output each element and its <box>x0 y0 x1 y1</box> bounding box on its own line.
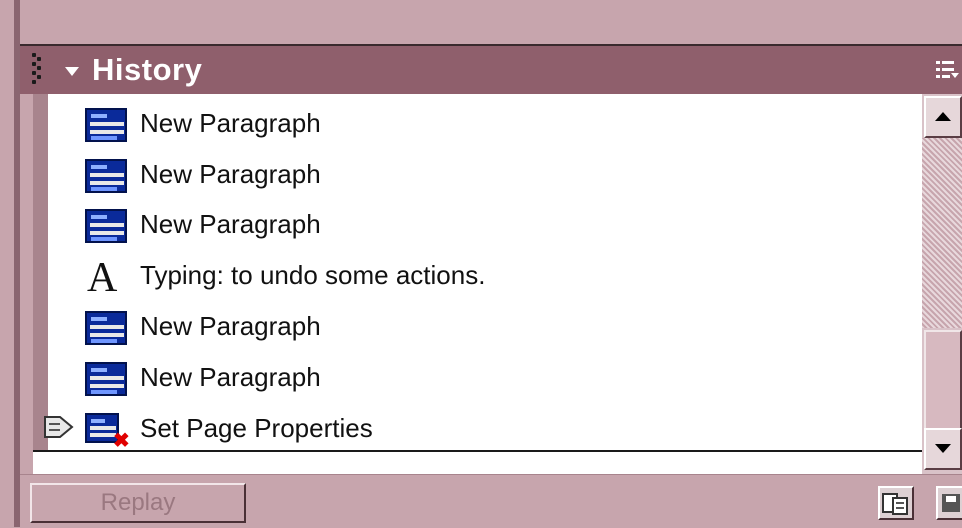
collapse-triangle-icon[interactable] <box>65 67 79 76</box>
history-item-label: Typing: to undo some actions. <box>140 260 486 290</box>
new-paragraph-icon <box>85 209 127 243</box>
vertical-scrollbar[interactable] <box>922 94 962 474</box>
history-item-label: New Paragraph <box>140 311 321 341</box>
history-list-footer <box>33 450 922 474</box>
new-paragraph-icon <box>85 159 127 193</box>
new-paragraph-icon <box>85 108 127 142</box>
new-paragraph-icon <box>85 311 127 345</box>
panel-title-bar[interactable]: History <box>20 44 962 94</box>
panel-options-menu-icon[interactable] <box>936 59 959 81</box>
scroll-up-button[interactable] <box>924 96 962 138</box>
scrollbar-thumb[interactable] <box>924 330 962 434</box>
scrollbar-track[interactable] <box>922 138 962 328</box>
history-slider-marker-icon[interactable] <box>44 415 74 439</box>
history-list[interactable]: New Paragraph New Paragraph New Paragrap… <box>44 94 922 451</box>
history-item[interactable]: New Paragraph <box>48 301 922 352</box>
history-item[interactable]: New Paragraph <box>48 98 922 149</box>
history-item-label: New Paragraph <box>140 209 321 239</box>
history-item-label: New Paragraph <box>140 108 321 138</box>
copy-steps-icon <box>882 493 908 515</box>
history-item-current[interactable]: ✖ Set Page Properties <box>44 403 922 454</box>
history-item[interactable]: New Paragraph <box>48 199 922 250</box>
page-properties-icon: ✖ <box>85 413 130 451</box>
arrow-up-icon <box>935 112 951 121</box>
history-item-label: New Paragraph <box>140 362 321 392</box>
typing-icon: A <box>87 255 118 301</box>
panel-left-margin <box>20 94 33 450</box>
history-item-label: New Paragraph <box>140 159 321 189</box>
save-as-command-button[interactable] <box>936 486 962 520</box>
arrow-down-icon <box>935 444 951 453</box>
panel-title: History <box>92 52 203 87</box>
copy-steps-button[interactable] <box>878 486 914 520</box>
scroll-down-button[interactable] <box>924 428 962 470</box>
panel-gripper-icon[interactable] <box>32 53 42 87</box>
replay-button[interactable]: Replay <box>30 483 246 523</box>
history-slider-track[interactable] <box>33 94 49 450</box>
history-item[interactable]: New Paragraph <box>48 149 922 200</box>
new-paragraph-icon <box>85 362 127 396</box>
history-item[interactable]: A Typing: to undo some actions. <box>48 250 922 301</box>
save-command-icon <box>942 494 960 512</box>
application-header-area <box>0 0 962 44</box>
history-item-label: Set Page Properties <box>140 413 373 443</box>
history-item[interactable]: New Paragraph <box>48 352 922 403</box>
